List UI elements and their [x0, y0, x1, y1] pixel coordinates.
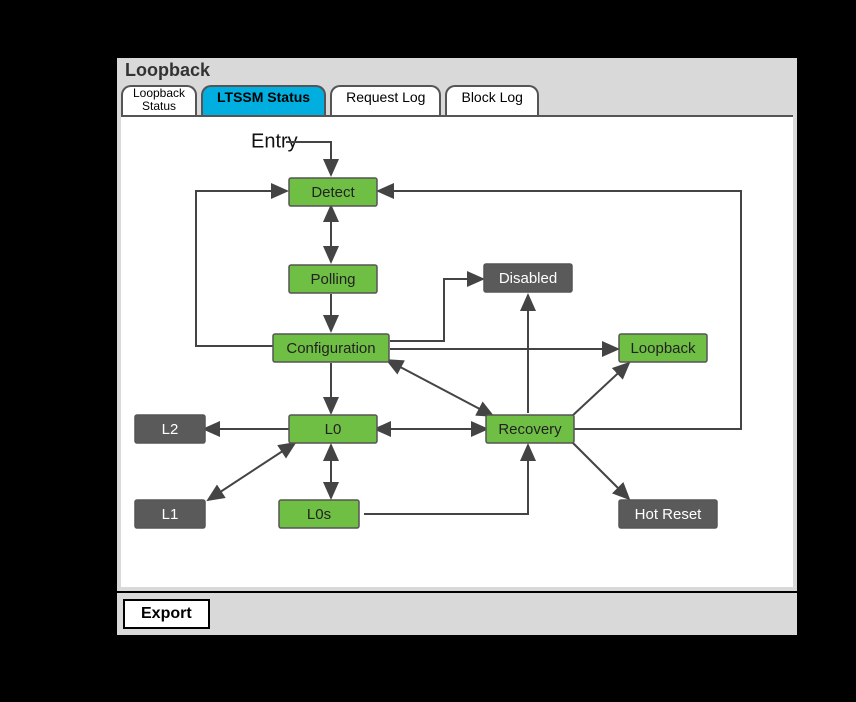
export-button[interactable]: Export [123, 599, 210, 629]
tab-ltssm-status[interactable]: LTSSM Status [201, 85, 326, 115]
window-title: Loopback [117, 58, 797, 85]
node-l2: L2 [162, 421, 179, 438]
diagram-panel: Entry [121, 115, 793, 587]
node-loopback: Loopback [630, 340, 696, 357]
node-disabled: Disabled [499, 270, 557, 287]
tab-bar: Loopback Status LTSSM Status Request Log… [117, 85, 797, 115]
node-polling: Polling [310, 271, 355, 288]
ltssm-diagram: Entry [121, 117, 801, 587]
footer-bar: Export [117, 591, 797, 635]
node-hotreset: Hot Reset [635, 506, 703, 523]
node-l0s: L0s [307, 506, 331, 523]
node-detect: Detect [311, 184, 355, 201]
node-l1: L1 [162, 506, 179, 523]
tab-block-log[interactable]: Block Log [445, 85, 538, 115]
node-recovery: Recovery [498, 421, 562, 438]
tab-loopback-status[interactable]: Loopback Status [121, 85, 197, 115]
tab-label-2: Status [129, 100, 189, 113]
node-l0: L0 [325, 421, 342, 438]
tab-request-log[interactable]: Request Log [330, 85, 441, 115]
app-window: Loopback Loopback Status LTSSM Status Re… [115, 56, 799, 637]
node-configuration: Configuration [286, 340, 375, 357]
